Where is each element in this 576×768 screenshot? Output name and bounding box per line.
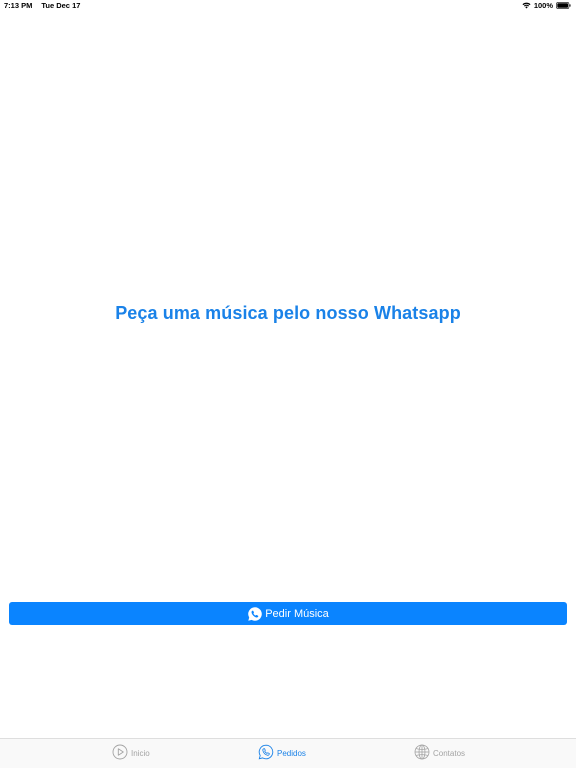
- pedir-musica-button[interactable]: Pedir Música: [9, 602, 567, 625]
- tab-pedidos-label: Pedidos: [277, 748, 306, 758]
- tab-pedidos[interactable]: Pedidos: [258, 744, 306, 762]
- status-right: 100%: [522, 1, 571, 10]
- status-time: 7:13 PM: [4, 1, 33, 10]
- tab-inicio[interactable]: Inicio: [112, 744, 150, 762]
- tab-bar: Inicio Pedidos Contatos: [0, 738, 576, 768]
- tab-contatos-label: Contatos: [433, 748, 466, 758]
- pedir-musica-label: Pedir Música: [265, 607, 329, 620]
- page-headline: Peça uma música pelo nosso Whatsapp: [115, 303, 461, 323]
- tab-inicio-label: Inicio: [131, 748, 150, 758]
- play-circle-icon: [112, 744, 128, 762]
- status-date: Tue Dec 17: [41, 1, 81, 10]
- whatsapp-icon: [247, 606, 263, 622]
- status-left: 7:13 PM Tue Dec 17: [4, 1, 80, 10]
- wifi-icon: [522, 2, 531, 9]
- battery-icon: [556, 2, 571, 9]
- app-screen: 7:13 PM Tue Dec 17 100% Peça uma música …: [0, 0, 576, 768]
- battery-percent: 100%: [533, 1, 553, 10]
- globe-icon: [414, 744, 430, 762]
- phone-bubble-icon: [258, 744, 274, 762]
- status-bar: 7:13 PM Tue Dec 17 100%: [0, 0, 576, 12]
- tab-contatos[interactable]: Contatos: [414, 744, 465, 762]
